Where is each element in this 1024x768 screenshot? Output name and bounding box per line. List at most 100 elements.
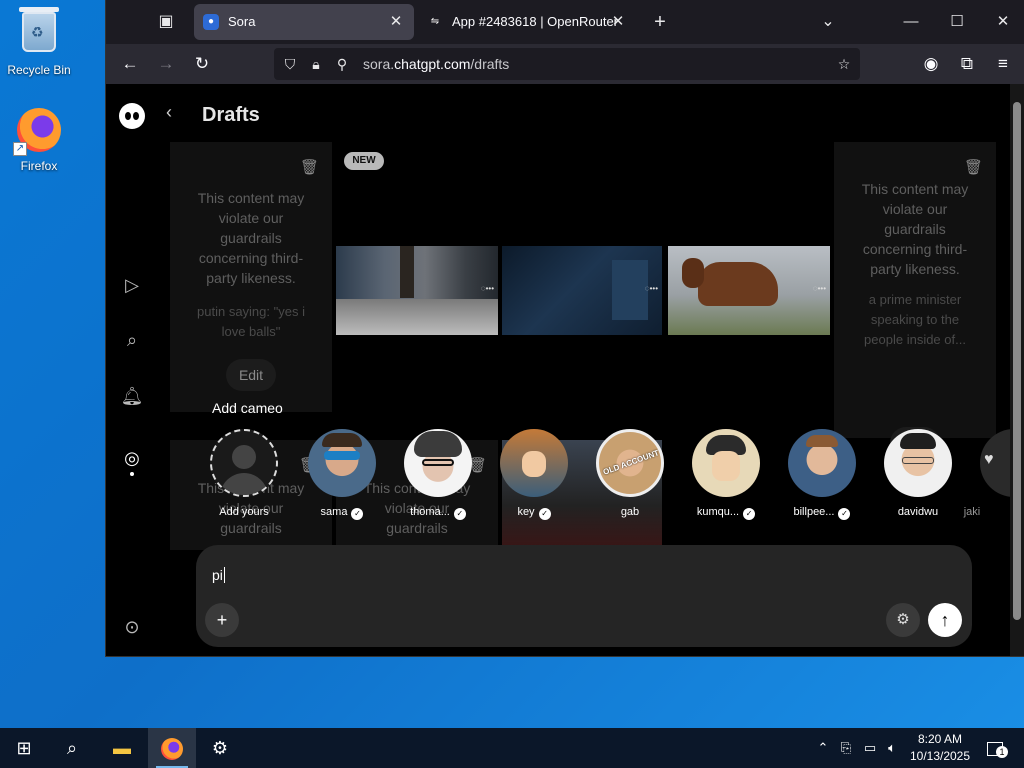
close-tab-icon[interactable]: ✕ bbox=[608, 4, 628, 40]
file-explorer-icon[interactable]: ▬ bbox=[98, 728, 146, 768]
person-placeholder-body bbox=[220, 473, 268, 495]
cameo-avatar-sama[interactable] bbox=[308, 429, 376, 497]
permissions-icon[interactable]: ⚲ bbox=[330, 48, 354, 80]
verified-check-icon: ✓ bbox=[351, 508, 364, 520]
add-attachment-icon[interactable]: + bbox=[205, 603, 239, 637]
sora-logo-icon[interactable] bbox=[119, 103, 145, 129]
prompt-input[interactable]: pi bbox=[212, 567, 225, 583]
url-text[interactable]: sora.chatgpt.com/drafts bbox=[363, 48, 509, 80]
network-icon[interactable]: ▭ bbox=[860, 728, 880, 768]
new-tab-icon[interactable]: + bbox=[645, 7, 675, 37]
close-window-icon[interactable]: ✕ bbox=[980, 0, 1024, 44]
cameo-name: key ✓ bbox=[486, 506, 582, 520]
address-bar[interactable]: ⛉ 🔒︎ ⚲ sora.chatgpt.com/drafts ☆ bbox=[274, 48, 860, 80]
forward-arrow-icon[interactable]: → bbox=[150, 48, 182, 80]
draft-thumbnail[interactable]: ◌••• bbox=[668, 246, 830, 335]
tab-sora[interactable]: ● Sora ✕ bbox=[194, 4, 414, 40]
cameo-name: jaki bbox=[963, 506, 981, 518]
settings-gear-icon[interactable]: ⚙ bbox=[196, 728, 244, 768]
trash-icon[interactable]: 🗑︎ bbox=[300, 158, 319, 176]
cameo-avatar-billpee[interactable] bbox=[788, 429, 856, 497]
shield-icon[interactable]: ⛉ bbox=[278, 48, 302, 80]
browser-window: ▣ ● Sora ✕ ⇋ App #2483618 | OpenRouter ✕… bbox=[106, 0, 1024, 656]
thumbnail-more-icon[interactable]: ◌••• bbox=[481, 284, 494, 293]
bookmark-star-icon[interactable]: ☆ bbox=[832, 48, 856, 80]
thumbnail-horse-head bbox=[682, 258, 704, 288]
show-hidden-icons-chevron-icon[interactable]: ⌃ bbox=[812, 728, 834, 768]
scrollbar-thumb[interactable] bbox=[1013, 102, 1021, 620]
clock-date: 10/13/2025 bbox=[909, 749, 971, 763]
reload-icon[interactable]: ↻ bbox=[186, 48, 218, 80]
desktop-icon-firefox[interactable]: ↗ Firefox bbox=[1, 106, 77, 173]
more-options-icon[interactable]: ⊙ bbox=[118, 613, 146, 641]
verified-check-icon: ✓ bbox=[743, 508, 756, 520]
cameo-avatar-gab[interactable]: OLD ACCOUNT bbox=[596, 429, 664, 497]
notification-center-icon[interactable]: 1 bbox=[982, 728, 1008, 768]
thumbnail-horse bbox=[698, 262, 778, 306]
thumbnail-figure bbox=[400, 246, 414, 298]
taskbar-clock[interactable]: 8:20 AM 10/13/2025 bbox=[902, 731, 978, 765]
notification-count: 1 bbox=[996, 746, 1008, 758]
cameo-name: billpee... ✓ bbox=[774, 506, 870, 520]
cameo-add-yours[interactable] bbox=[210, 429, 278, 497]
cameo-avatar-key[interactable] bbox=[500, 429, 568, 497]
list-all-tabs-icon[interactable]: ⌄ bbox=[813, 7, 843, 37]
glasses-shape bbox=[422, 459, 454, 466]
cameo-name: sama ✓ bbox=[294, 506, 390, 520]
draft-thumbnail[interactable]: ◌••• bbox=[502, 246, 662, 335]
edit-button[interactable]: Edit bbox=[226, 359, 276, 391]
sora-app: ▷ ⌕ 🔔︎ ◎ ⊙ ‹ Drafts 🗑︎ This content may … bbox=[106, 84, 1024, 656]
back-arrow-icon[interactable]: ← bbox=[114, 48, 146, 80]
guardrail-message: This content may violate our guardrails … bbox=[197, 190, 305, 286]
draft-card-blocked[interactable]: 🗑︎ This content may violate our guardrai… bbox=[170, 142, 332, 412]
thumbnail-more-icon[interactable]: ◌••• bbox=[645, 284, 658, 293]
lock-icon[interactable]: 🔒︎ bbox=[304, 48, 328, 80]
thumbnail-more-icon[interactable]: ◌••• bbox=[813, 284, 826, 293]
desktop-icon-label: Firefox bbox=[20, 159, 58, 173]
tab-title: Sora bbox=[228, 14, 256, 29]
back-chevron-icon[interactable]: ‹ bbox=[166, 102, 172, 123]
close-tab-icon[interactable]: ✕ bbox=[386, 4, 406, 40]
maximize-icon[interactable]: ☐ bbox=[934, 0, 980, 44]
draft-card-blocked[interactable]: 🗑︎ This content may violate our guardrai… bbox=[834, 142, 996, 459]
tab-openrouter[interactable]: ⇋ App #2483618 | OpenRouter ✕ bbox=[418, 4, 636, 40]
draft-thumbnail[interactable]: ◌••• bbox=[336, 246, 498, 335]
cameo-name: Add yours bbox=[219, 506, 269, 518]
guardrail-message: This content may violate our guardrails … bbox=[861, 181, 969, 277]
verified-check-icon: ✓ bbox=[838, 508, 851, 520]
search-icon[interactable]: ⌕ bbox=[48, 728, 96, 768]
desktop-icon-recycle-bin[interactable]: ♻ Recycle Bin bbox=[1, 7, 77, 77]
thumbnail-floor bbox=[336, 299, 498, 335]
settings-sliders-icon[interactable]: ⚙ bbox=[886, 603, 920, 637]
page-scrollbar[interactable] bbox=[1010, 84, 1024, 656]
meet-now-icon[interactable]: ⎘ bbox=[836, 728, 856, 768]
prompt-composer[interactable]: pi + ⚙ ↑ bbox=[196, 545, 972, 647]
windows-start-icon[interactable]: ⊞ bbox=[0, 728, 48, 768]
notifications-bell-icon[interactable]: 🔔︎ bbox=[118, 382, 146, 410]
profile-icon[interactable]: ◎ bbox=[118, 444, 146, 472]
taskbar-firefox-icon[interactable] bbox=[148, 728, 196, 768]
minimize-icon[interactable]: — bbox=[888, 0, 934, 44]
volume-muted-icon[interactable]: 🔈︎ bbox=[882, 728, 902, 768]
openrouter-favicon-icon: ⇋ bbox=[430, 16, 440, 27]
cameo-avatar-thoma[interactable] bbox=[404, 429, 472, 497]
old-account-ring-text: OLD ACCOUNT bbox=[601, 448, 661, 477]
video-feed-icon[interactable]: ▷ bbox=[118, 271, 146, 299]
sidebar: ▷ ⌕ 🔔︎ ◎ ⊙ bbox=[106, 84, 158, 656]
extensions-icon[interactable]: ⧉ bbox=[951, 48, 983, 80]
cameo-avatar-davidwu[interactable] bbox=[884, 429, 952, 497]
trash-icon[interactable]: 🗑︎ bbox=[964, 158, 983, 176]
hair-shape bbox=[806, 435, 838, 447]
firefox-view-icon[interactable]: ▣ bbox=[151, 7, 181, 37]
active-indicator-dot bbox=[130, 472, 134, 476]
cameo-name: kumqu... ✓ bbox=[678, 506, 774, 520]
submit-arrow-icon[interactable]: ↑ bbox=[928, 603, 962, 637]
account-icon[interactable]: ◉ bbox=[915, 48, 947, 80]
sunglasses-shape bbox=[324, 451, 360, 460]
cameo-avatar-kumqu[interactable] bbox=[692, 429, 760, 497]
search-icon[interactable]: ⌕ bbox=[118, 326, 146, 354]
clock-time: 8:20 AM bbox=[917, 732, 963, 746]
menu-icon[interactable]: ≡ bbox=[987, 48, 1019, 80]
glasses-shape bbox=[902, 457, 934, 464]
anime-face-shape bbox=[522, 451, 546, 477]
